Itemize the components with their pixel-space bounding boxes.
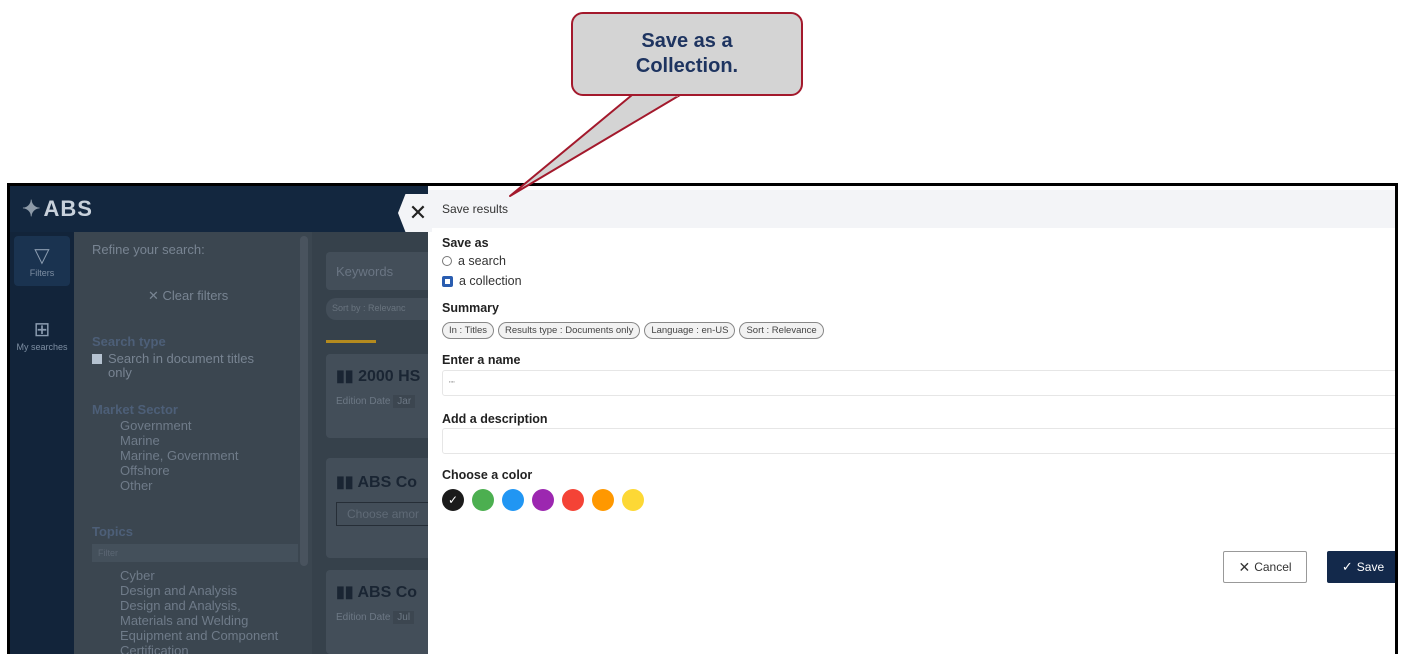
book-icon: ▮▮: [336, 584, 358, 601]
topic-item[interactable]: Design and Analysis: [120, 583, 278, 598]
rail-item-filters[interactable]: ▽ Filters: [14, 236, 70, 286]
radio-unchecked-icon: [442, 256, 452, 266]
clear-filters-label: Clear filters: [162, 288, 229, 303]
result-title: ABS Co: [357, 584, 418, 601]
topic-item: Materials and Welding: [120, 613, 249, 628]
summary-chip: Results type : Documents only: [498, 322, 641, 339]
annotation-callout: Save as a Collection.: [571, 12, 803, 96]
choose-color-label: Choose a color: [442, 468, 533, 482]
summary-chip: In : Titles: [442, 322, 495, 339]
sector-item[interactable]: Marine: [120, 433, 239, 448]
color-swatch-orange[interactable]: [592, 489, 614, 511]
logo-text: ABS: [43, 196, 93, 221]
topic-item: Certification: [120, 643, 189, 654]
sector-item[interactable]: Offshore: [120, 463, 239, 478]
topic-item[interactable]: Design and Analysis,: [120, 598, 278, 613]
color-swatch-red[interactable]: [562, 489, 584, 511]
color-swatch-yellow[interactable]: [622, 489, 644, 511]
search-titles-label-1: Search in document titles: [108, 351, 254, 366]
search-titles-label-2: only: [108, 365, 132, 380]
enter-name-label: Enter a name: [442, 353, 521, 367]
eagle-icon: ✦: [22, 196, 42, 221]
rail-label-my-searches: My searches: [16, 342, 68, 352]
color-swatch-purple[interactable]: [532, 489, 554, 511]
sector-item[interactable]: Government: [120, 418, 239, 433]
filter-icon: ▽: [34, 245, 50, 267]
sector-item[interactable]: Other: [120, 478, 239, 493]
edition-date-value: Jul: [393, 611, 415, 624]
name-input[interactable]: "": [442, 370, 1395, 396]
summary-chip: Language : en-US: [644, 322, 736, 339]
result-title: 2000 HS: [358, 368, 421, 385]
refine-panel: Refine your search: ✕ Clear filters Sear…: [74, 232, 312, 654]
topic-list: Cyber Design and Analysis Design and Ana…: [120, 568, 278, 654]
screenshot-frame: ✦ABS ▽ Filters ⊞ My searches Refine your…: [7, 183, 1398, 654]
close-icon: ✕: [408, 200, 428, 225]
dialog-header: ✕ Save results: [398, 190, 1395, 232]
topic-item[interactable]: Cyber: [120, 568, 278, 583]
dialog-title: Save results: [442, 202, 509, 216]
edition-date-value: Jar: [393, 395, 416, 408]
rail-label-filters: Filters: [29, 268, 55, 278]
cancel-label: Cancel: [1254, 560, 1292, 574]
close-icon: ✕: [148, 288, 163, 303]
topic-item[interactable]: Equipment and Component: [120, 628, 278, 643]
close-icon: ✕: [1238, 558, 1251, 575]
grid-search-icon: ⊞: [33, 319, 51, 341]
choose-among-select[interactable]: Choose amor: [336, 502, 436, 526]
refine-scrollbar[interactable]: [300, 236, 308, 566]
summary-chips: In : Titles Results type : Documents onl…: [442, 322, 824, 339]
book-icon: ▮▮: [336, 368, 359, 385]
edition-date-label: Edition Date: [336, 612, 391, 623]
save-as-label: Save as: [442, 236, 489, 250]
market-sector-heading: Market Sector: [92, 402, 178, 417]
topics-heading: Topics: [92, 524, 133, 539]
search-type-heading: Search type: [92, 334, 166, 349]
radio-collection-label: a collection: [459, 274, 522, 288]
refine-title: Refine your search:: [92, 242, 205, 257]
sector-item[interactable]: Marine, Government: [120, 448, 239, 463]
search-titles-checkbox[interactable]: Search in document titles only: [92, 352, 254, 380]
color-swatches: ✓: [442, 489, 644, 511]
radio-checked-icon: [442, 275, 453, 287]
tab-underline: [326, 340, 376, 343]
callout-line-1: Save as a: [641, 30, 733, 52]
save-label: Save: [1356, 560, 1385, 574]
abs-logo[interactable]: ✦ABS: [22, 196, 93, 222]
checkmark-icon: ✓: [1341, 559, 1353, 574]
results-panel: Keywords Sort by : Relevanc ▮▮ 2000 HS E…: [312, 232, 446, 654]
rail-item-my-searches[interactable]: ⊞ My searches: [14, 318, 70, 352]
summary-label: Summary: [442, 301, 499, 315]
sector-list: Government Marine Marine, Government Off…: [120, 418, 239, 493]
radio-search-label: a search: [458, 254, 506, 268]
topics-filter-input[interactable]: Filter: [92, 544, 298, 562]
checkbox-checked-icon: [92, 354, 102, 364]
color-swatch-black[interactable]: ✓: [442, 489, 464, 511]
save-results-dialog: ✕ Save results Save as a search a collec…: [398, 186, 1395, 654]
color-swatch-green[interactable]: [472, 489, 494, 511]
clear-filters-button[interactable]: ✕ Clear filters: [148, 288, 228, 304]
edition-date-label: Edition Date: [336, 396, 391, 407]
description-label: Add a description: [442, 412, 548, 426]
result-title: ABS Co: [357, 474, 418, 491]
callout-line-2: Collection.: [635, 55, 739, 77]
summary-chip: Sort : Relevance: [739, 322, 824, 339]
cancel-button[interactable]: ✕ Cancel: [1223, 551, 1307, 583]
checkmark-icon: ✓: [447, 493, 459, 507]
book-icon: ▮▮: [336, 474, 358, 491]
description-input[interactable]: [442, 428, 1395, 454]
left-rail: ▽ Filters ⊞ My searches: [10, 232, 74, 654]
radio-save-as-collection[interactable]: a collection: [442, 274, 522, 288]
save-button[interactable]: ✓ Save: [1327, 551, 1395, 583]
color-swatch-blue[interactable]: [502, 489, 524, 511]
radio-save-as-search[interactable]: a search: [442, 254, 506, 268]
